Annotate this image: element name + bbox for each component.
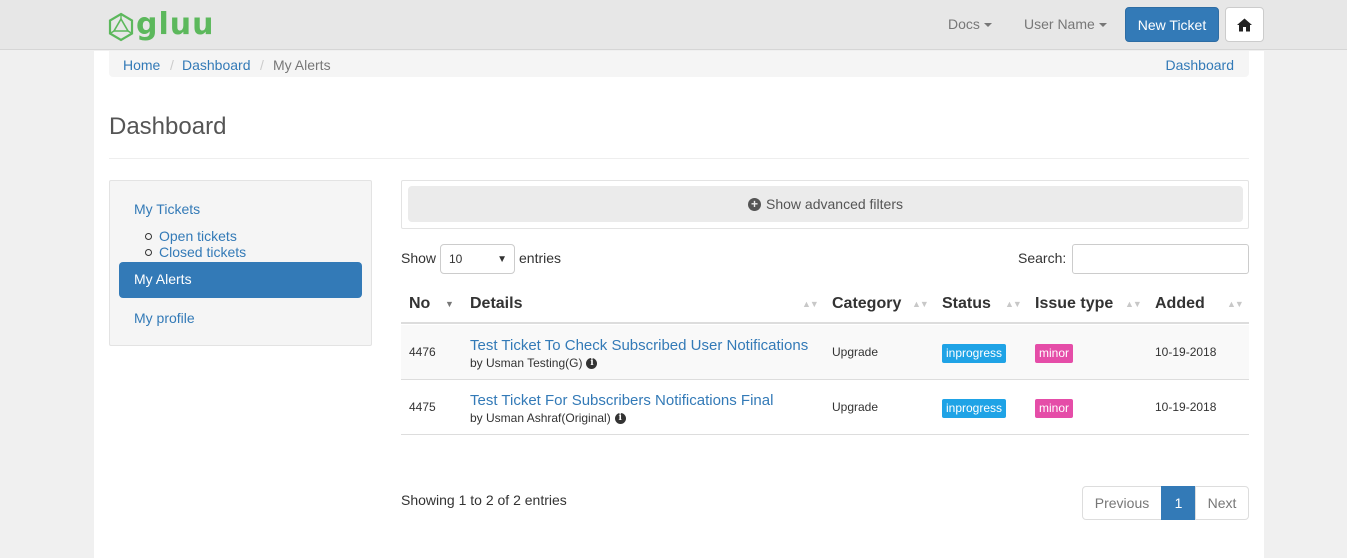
sidebar-subitem-closed: Closed tickets	[134, 244, 246, 260]
sidebar-sublist: Open tickets Closed tickets	[134, 228, 246, 260]
breadcrumb-current: My Alerts	[273, 57, 331, 73]
search-label: Search:	[1018, 250, 1067, 266]
ticket-added-date: 10-19-2018	[1155, 345, 1217, 359]
sidebar: My Tickets Open tickets Closed tickets M…	[109, 180, 372, 346]
ticket-added-date: 10-19-2018	[1155, 400, 1217, 414]
ticket-category: Upgrade	[832, 345, 879, 359]
gluu-logo[interactable]: gluu	[108, 10, 214, 44]
issue-type-badge: minor	[1035, 399, 1074, 418]
ticket-number: 4476	[409, 345, 436, 359]
next-page-button[interactable]: Next	[1195, 486, 1249, 520]
breadcrumb-dashboard-link[interactable]: Dashboard	[1166, 57, 1235, 73]
ticket-author-text: by Usman Testing(G)	[470, 356, 583, 370]
sort-both-icon: ▲▼	[1227, 299, 1244, 309]
main-container: Home / Dashboard / My Alerts Dashboard D…	[94, 51, 1264, 558]
open-tickets-link[interactable]: Open tickets	[159, 228, 237, 244]
col-header-added[interactable]: Added	[1155, 295, 1205, 313]
breadcrumb: Home / Dashboard / My Alerts Dashboard	[109, 51, 1249, 77]
status-badge: inprogress	[942, 344, 1007, 363]
user-menu[interactable]: User Name	[1024, 16, 1107, 32]
sort-both-icon: ▲▼	[802, 299, 819, 309]
issue-type-badge: minor	[1035, 344, 1074, 363]
sidebar-subitem-open: Open tickets	[134, 228, 246, 244]
sidebar-item-my-profile[interactable]: My profile	[134, 310, 195, 326]
pagination: Previous 1 Next	[1082, 486, 1249, 520]
title-divider	[109, 158, 1249, 159]
home-icon	[1237, 18, 1252, 31]
previous-page-button[interactable]: Previous	[1082, 486, 1162, 520]
show-label: Show	[401, 250, 437, 266]
sort-both-icon: ▲▼	[1005, 299, 1022, 309]
chevron-down-icon: ▼	[497, 253, 507, 265]
sort-both-icon: ▲▼	[1125, 299, 1142, 309]
entries-per-page-select[interactable]: 10 ▼	[440, 244, 515, 274]
breadcrumb-dashboard[interactable]: Dashboard	[182, 57, 251, 73]
docs-label: Docs	[948, 16, 980, 32]
caret-down-icon	[983, 23, 992, 28]
logo-text: gluu	[136, 7, 215, 42]
docs-menu[interactable]: Docs	[948, 16, 992, 32]
ticket-category: Upgrade	[832, 400, 879, 414]
col-header-no[interactable]: No	[409, 295, 430, 313]
gluu-logo-icon	[108, 12, 134, 42]
ticket-number: 4475	[409, 400, 436, 414]
status-badge: inprogress	[942, 399, 1007, 418]
col-header-category[interactable]: Category	[832, 295, 901, 313]
ticket-author: by Usman Testing(G) i	[470, 356, 598, 370]
closed-tickets-link[interactable]: Closed tickets	[159, 244, 246, 260]
breadcrumb-separator: /	[260, 57, 264, 73]
plus-circle-icon: +	[748, 197, 762, 211]
user-name-label: User Name	[1024, 16, 1095, 32]
ticket-title-link[interactable]: Test Ticket For Subscribers Notification…	[470, 392, 773, 409]
filters-panel: + Show advanced filters	[401, 180, 1249, 229]
new-ticket-button[interactable]: New Ticket	[1125, 7, 1219, 42]
ticket-title-link[interactable]: Test Ticket To Check Subscribed User Not…	[470, 337, 808, 354]
show-advanced-filters-button[interactable]: + Show advanced filters	[408, 186, 1243, 222]
sort-desc-icon: ▼	[445, 299, 454, 309]
ticket-author: by Usman Ashraf(Original) i	[470, 411, 626, 425]
sidebar-item-my-alerts[interactable]: My Alerts	[119, 262, 362, 298]
filters-label: Show advanced filters	[766, 196, 903, 212]
entries-label: entries	[519, 250, 562, 266]
page-title: Dashboard	[109, 113, 227, 140]
col-header-issue-type[interactable]: Issue type	[1035, 295, 1113, 313]
table-info: Showing 1 to 2 of 2 entries	[401, 492, 567, 508]
navbar: gluu Docs User Name New Ticket	[0, 0, 1347, 50]
info-icon[interactable]: i	[586, 357, 598, 369]
info-icon[interactable]: i	[614, 412, 626, 424]
entries-selected-value: 10	[449, 252, 463, 266]
page-1-button[interactable]: 1	[1161, 486, 1196, 520]
col-header-details[interactable]: Details	[470, 295, 522, 313]
home-button[interactable]	[1225, 7, 1264, 42]
table-row: 4475 Test Ticket For Subscribers Notific…	[401, 380, 1249, 435]
ticket-author-text: by Usman Ashraf(Original)	[470, 411, 611, 425]
breadcrumb-separator: /	[170, 57, 174, 73]
table-row: 4476 Test Ticket To Check Subscribed Use…	[401, 325, 1249, 380]
caret-down-icon	[1098, 23, 1107, 28]
sort-both-icon: ▲▼	[912, 299, 929, 309]
breadcrumb-home[interactable]: Home	[123, 57, 160, 73]
col-header-status[interactable]: Status	[942, 295, 991, 313]
search-input[interactable]	[1072, 244, 1249, 274]
sidebar-item-my-tickets[interactable]: My Tickets	[134, 201, 200, 217]
table-header: No ▼ Details ▲▼ Category ▲▼ Status ▲▼ Is…	[401, 287, 1249, 324]
